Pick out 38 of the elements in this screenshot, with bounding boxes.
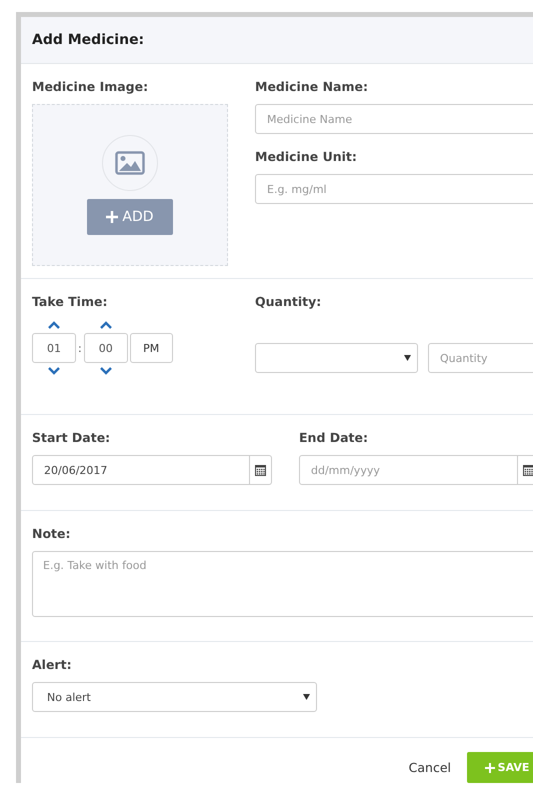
plus-icon	[106, 211, 118, 223]
start-date-field[interactable]: 20/06/2017	[32, 455, 250, 485]
calendar-icon	[255, 464, 266, 476]
alert-select[interactable]: No alert	[32, 682, 317, 712]
field-label: Medicine Image:	[32, 79, 150, 94]
meridian-toggle[interactable]: PM	[130, 333, 173, 363]
field-label: Start Date:	[32, 430, 112, 445]
calendar-icon	[523, 464, 533, 476]
dialog-title: Add Medicine:	[32, 32, 144, 48]
field-label: Take Time:	[32, 294, 108, 309]
cancel-button[interactable]: Cancel	[408, 760, 451, 775]
time-separator: :	[78, 342, 82, 354]
medicine-name-field[interactable]: Medicine Name	[255, 104, 533, 134]
minute-field[interactable]: 00	[84, 333, 128, 363]
field-label: Medicine Name:	[255, 79, 369, 94]
note-field[interactable]: E.g. Take with food	[32, 551, 533, 617]
chevron-down-icon	[100, 367, 112, 375]
quantity-field[interactable]: Quantity	[428, 343, 533, 373]
field-label: Alert:	[32, 657, 73, 672]
chevron-up-icon	[100, 321, 112, 329]
field-label: Quantity:	[255, 294, 322, 309]
plus-icon	[484, 762, 495, 772]
chevron-down-icon	[48, 367, 60, 375]
caret-down-icon	[404, 355, 411, 361]
end-date-field[interactable]: dd/mm/yyyy	[299, 455, 518, 485]
minute-down-button[interactable]	[98, 365, 114, 377]
image-icon	[115, 151, 145, 175]
hour-up-button[interactable]	[46, 319, 62, 331]
field-label: Note:	[32, 526, 72, 541]
field-label: End Date:	[299, 430, 370, 445]
minute-up-button[interactable]	[98, 319, 114, 331]
hour-field[interactable]: 01	[32, 333, 76, 363]
medicine-unit-field[interactable]: E.g. mg/ml	[255, 174, 533, 204]
calendar-button[interactable]	[250, 455, 272, 485]
field-label: Medicine Unit:	[255, 149, 358, 164]
chevron-up-icon	[48, 321, 60, 329]
caret-down-icon	[303, 694, 310, 700]
hour-down-button[interactable]	[46, 365, 62, 377]
